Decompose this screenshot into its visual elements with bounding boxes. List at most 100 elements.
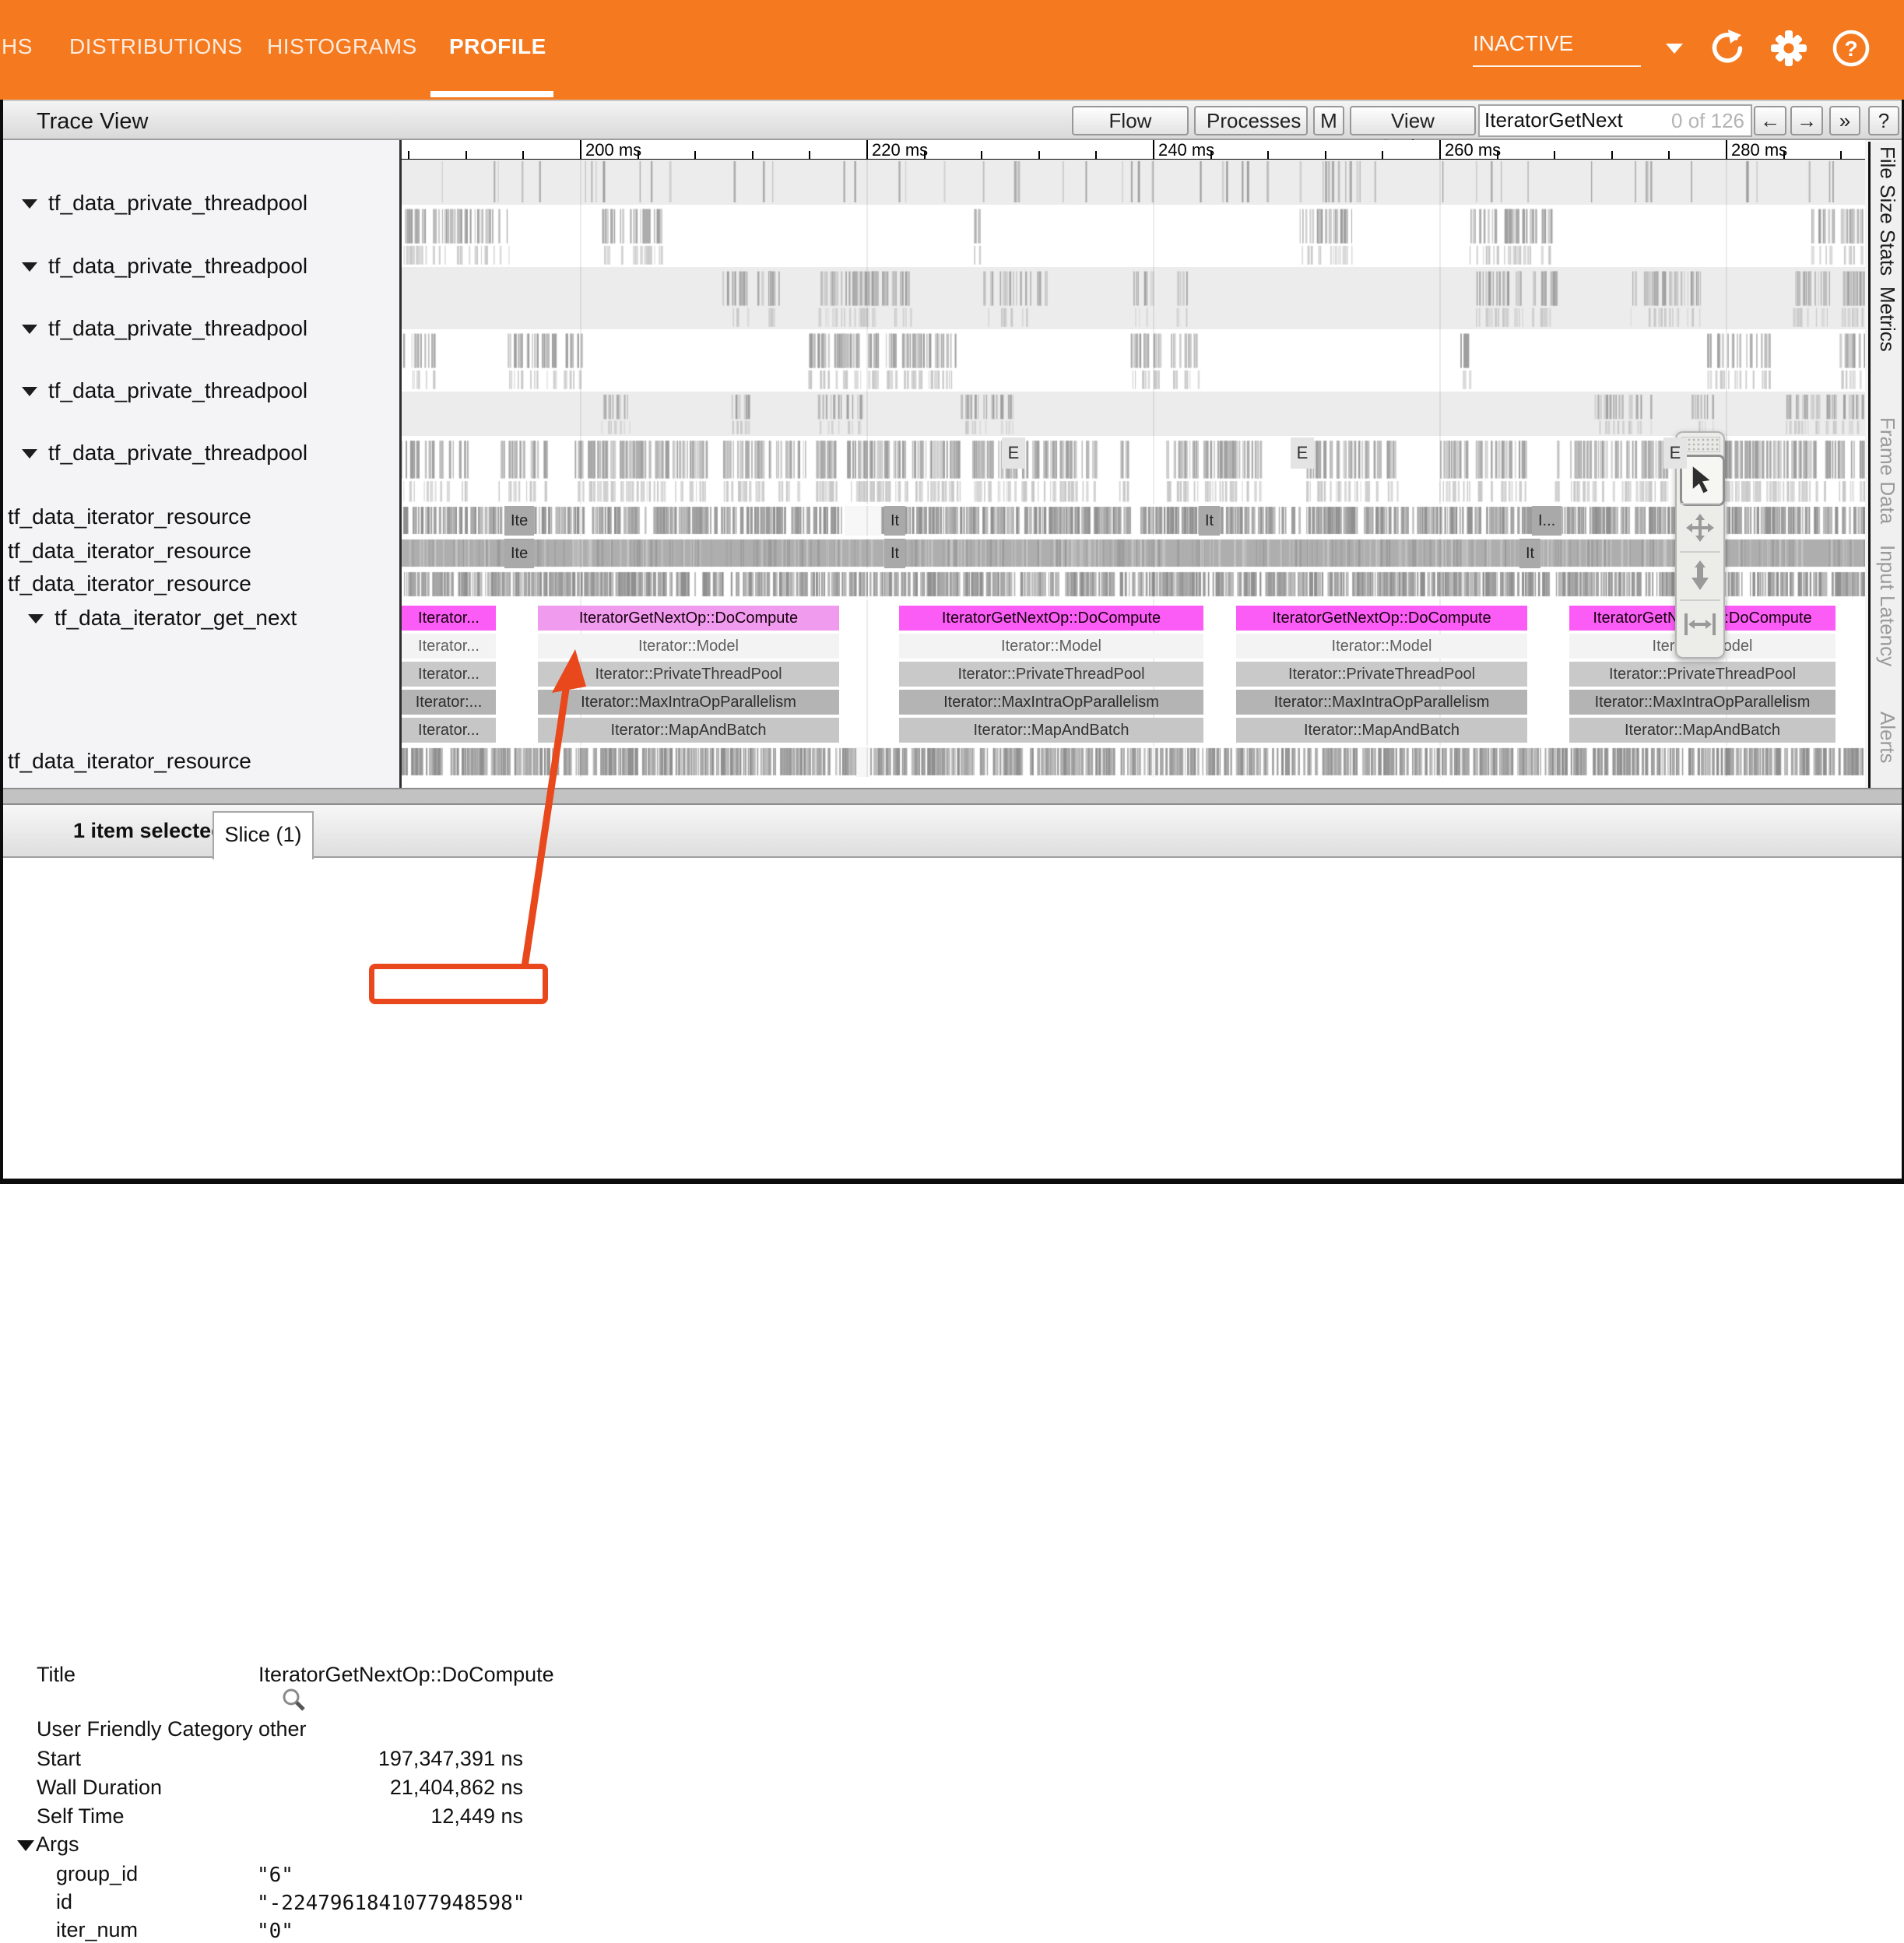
- rail-item-alerts[interactable]: Alerts: [1875, 711, 1899, 763]
- trace-slice[interactable]: Iterator::Model: [538, 634, 839, 659]
- trace-slice[interactable]: IteratorGetNextOp::DoCompute: [538, 606, 839, 631]
- help-icon[interactable]: ?: [1831, 28, 1871, 69]
- slice-label-chip[interactable]: It: [1199, 506, 1220, 536]
- rail-item-metrics[interactable]: Metrics: [1875, 286, 1899, 352]
- event-marker[interactable]: E: [1663, 437, 1687, 469]
- trace-canvas-area[interactable]: 200 ms220 ms240 ms260 ms280 ms tf_data_p…: [0, 140, 1904, 788]
- slice-label-chip[interactable]: It: [1519, 539, 1540, 568]
- threadpool-track[interactable]: [402, 205, 1865, 267]
- trace-slice[interactable]: Iterator::MapAndBatch: [1569, 718, 1835, 743]
- magnifier-icon[interactable]: [282, 1688, 307, 1713]
- trace-slice[interactable]: Iterator::MaxIntraOpParallelism: [1569, 690, 1835, 715]
- trace-slice[interactable]: Iterator::PrivateThreadPool: [1236, 662, 1527, 687]
- rail-item-input-latency[interactable]: Input Latency: [1875, 545, 1899, 666]
- track-expander-icon[interactable]: [28, 614, 44, 624]
- trace-slice[interactable]: Iterator::MapAndBatch: [538, 718, 839, 743]
- sidebar-track-label[interactable]: tf_data_private_threadpool: [48, 191, 307, 216]
- trace-slice[interactable]: Iterator::PrivateThreadPool: [899, 662, 1203, 687]
- track-expander-icon[interactable]: [22, 262, 37, 272]
- trace-slice[interactable]: Iterator::Model: [1236, 634, 1527, 659]
- trace-slice[interactable]: Iterator::PrivateThreadPool: [538, 662, 839, 687]
- trace-slice[interactable]: Iterator...: [402, 718, 496, 743]
- trace-slice[interactable]: IteratorGetNextOp::DoCompute: [1236, 606, 1527, 631]
- gear-icon[interactable]: [1769, 28, 1809, 69]
- slice-label-chip[interactable]: It: [884, 506, 905, 536]
- threadpool-track[interactable]: [402, 392, 1865, 436]
- trace-slice[interactable]: Iterator...: [402, 662, 496, 687]
- help-button[interactable]: ?: [1868, 106, 1899, 135]
- pan-tool-button[interactable]: [1680, 503, 1720, 551]
- palette-grip-handle[interactable]: [1681, 437, 1720, 452]
- threadpool-track[interactable]: [402, 329, 1865, 392]
- args-expander[interactable]: Args: [17, 1832, 79, 1857]
- trace-slice[interactable]: IteratorGetNextOp::DoCompute: [899, 606, 1203, 631]
- ruler-minor-tick: [1497, 151, 1498, 159]
- sidebar-track-label[interactable]: tf_data_iterator_resource: [8, 504, 251, 529]
- trace-slice[interactable]: Iterator:...: [402, 690, 496, 715]
- threadpool-track[interactable]: [402, 436, 1865, 504]
- trace-slice[interactable]: Iterator::MaxIntraOpParallelism: [1236, 690, 1527, 715]
- threadpool-track[interactable]: [402, 267, 1865, 329]
- sidebar-track-label[interactable]: tf_data_private_threadpool: [48, 378, 307, 403]
- view-options-button[interactable]: View Options: [1350, 106, 1476, 135]
- timeline-gridline: [580, 436, 581, 504]
- sidebar-track-label[interactable]: tf_data_iterator_resource: [8, 571, 251, 596]
- trace-slice[interactable]: Iterator...: [402, 606, 496, 631]
- track-expander-icon[interactable]: [22, 199, 37, 209]
- slice-label-chip[interactable]: Ite: [504, 506, 534, 536]
- sidebar-track-label[interactable]: tf_data_iterator_get_next: [54, 606, 297, 631]
- panel-divider[interactable]: [0, 788, 1904, 805]
- sidebar-track-label[interactable]: tf_data_iterator_resource: [8, 749, 251, 774]
- timeline-gridline: [866, 267, 868, 329]
- resource-track[interactable]: Ite It It I...: [402, 506, 1865, 536]
- trace-slice[interactable]: Iterator::Model: [899, 634, 1203, 659]
- timeline-gridline: [1439, 747, 1441, 777]
- reload-icon[interactable]: [1706, 28, 1747, 69]
- timeline-gridline: [580, 506, 581, 536]
- tab-graphs[interactable]: HS: [2, 34, 33, 59]
- trace-slice[interactable]: Iterator::MaxIntraOpParallelism: [538, 690, 839, 715]
- sidebar-track-label[interactable]: tf_data_iterator_resource: [8, 539, 251, 564]
- track-expander-icon[interactable]: [22, 387, 37, 396]
- sidebar-track-label[interactable]: tf_data_private_threadpool: [48, 441, 307, 466]
- chevron-down-icon[interactable]: [1666, 44, 1683, 54]
- tab-distributions[interactable]: DISTRIBUTIONS: [69, 34, 243, 59]
- processes-button[interactable]: Processes: [1194, 106, 1308, 135]
- event-marker[interactable]: E: [1291, 437, 1314, 469]
- resource-track[interactable]: Ite It It: [402, 539, 1865, 568]
- more-button[interactable]: »: [1829, 106, 1860, 135]
- slice-label-chip[interactable]: I...: [1532, 506, 1561, 536]
- trace-track-texture: [402, 392, 1865, 436]
- tab-histograms[interactable]: HISTOGRAMS: [267, 34, 417, 59]
- flow-events-button[interactable]: Flow events: [1072, 106, 1189, 135]
- zoom-tool-button[interactable]: [1680, 551, 1720, 599]
- rail-item-frame-data[interactable]: Frame Data: [1875, 417, 1899, 524]
- m-button[interactable]: M: [1313, 106, 1344, 135]
- ruler-major-tick: [580, 140, 581, 159]
- search-input[interactable]: [1484, 107, 1663, 133]
- trace-slice[interactable]: Iterator::MaxIntraOpParallelism: [899, 690, 1203, 715]
- resource-track[interactable]: [402, 571, 1865, 598]
- trace-slice[interactable]: Iterator::MapAndBatch: [899, 718, 1203, 743]
- find-prev-button[interactable]: ←: [1754, 106, 1786, 135]
- get-next-track[interactable]: Iterator... Iterator... Iterator... Iterato…: [402, 599, 1865, 746]
- tab-slice[interactable]: Slice (1): [213, 811, 314, 859]
- threadpool-track[interactable]: [402, 160, 1865, 205]
- slice-label-chip[interactable]: It: [884, 539, 905, 568]
- trace-slice[interactable]: Iterator::PrivateThreadPool: [1569, 662, 1835, 687]
- rail-item-file-size-stats[interactable]: File Size Stats: [1875, 146, 1899, 276]
- slice-label-chip[interactable]: Ite: [504, 539, 534, 568]
- find-next-button[interactable]: →: [1790, 106, 1823, 135]
- trace-slice[interactable]: Iterator::MapAndBatch: [1236, 718, 1527, 743]
- track-expander-icon[interactable]: [22, 449, 37, 459]
- run-selector[interactable]: INACTIVE: [1473, 31, 1641, 56]
- timing-tool-button[interactable]: [1680, 599, 1720, 648]
- event-marker[interactable]: E: [1002, 437, 1025, 469]
- ruler-minor-tick: [1210, 151, 1212, 159]
- resource-track[interactable]: [402, 747, 1865, 777]
- tab-profile[interactable]: PROFILE: [449, 34, 546, 59]
- trace-slice[interactable]: Iterator...: [402, 634, 496, 659]
- sidebar-track-label[interactable]: tf_data_private_threadpool: [48, 316, 307, 341]
- sidebar-track-label[interactable]: tf_data_private_threadpool: [48, 254, 307, 279]
- track-expander-icon[interactable]: [22, 325, 37, 334]
